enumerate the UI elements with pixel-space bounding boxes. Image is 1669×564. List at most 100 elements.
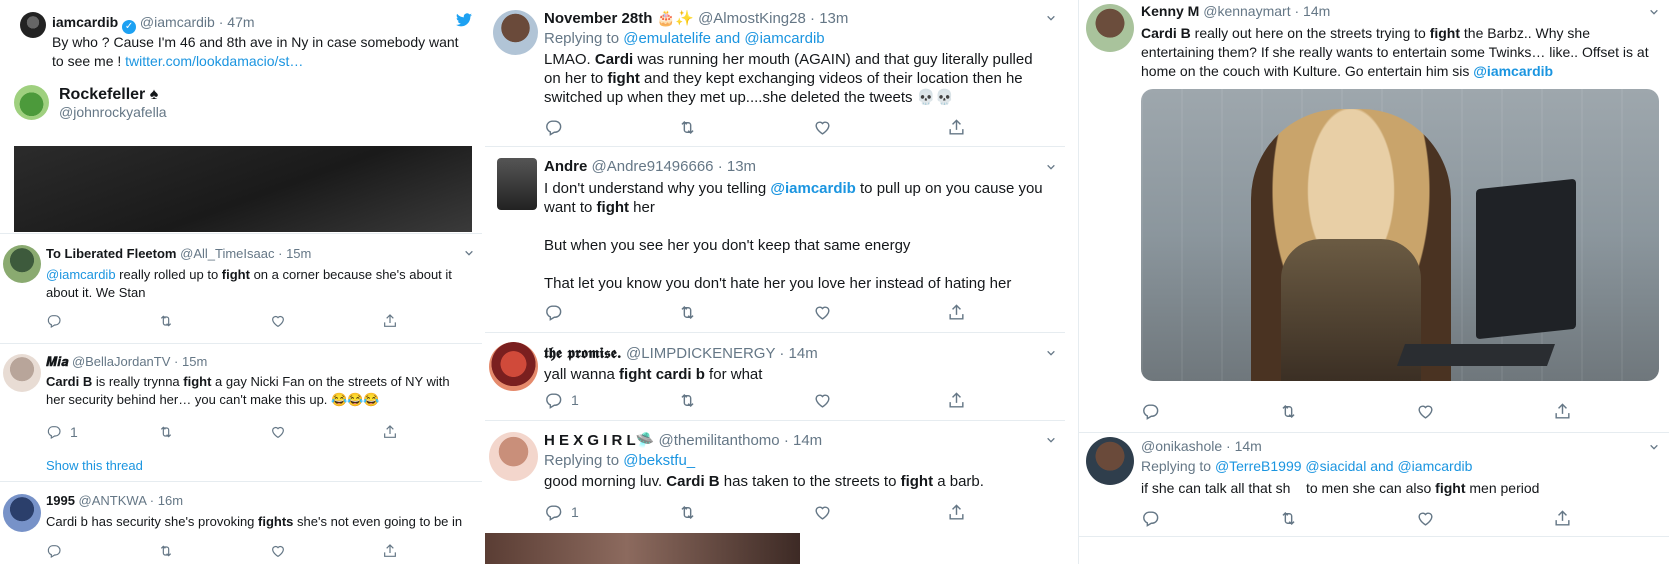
tweet[interactable]: 1995 @ANTKWA · 16m Cardi b has security … — [0, 481, 482, 564]
show-thread-link[interactable]: Show this thread — [46, 458, 143, 473]
reply-icon[interactable] — [544, 503, 563, 522]
mention-link[interactable]: @bekstfu_ — [623, 452, 695, 469]
share-icon[interactable] — [382, 424, 398, 440]
tweet[interactable]: Kenny M @kennaymart · 14m Cardi B really… — [1079, 0, 1669, 433]
author-name[interactable]: H E X G I R L🛸 — [544, 432, 654, 449]
tweet[interactable]: November 28th 🎂✨ @AlmostKing28 · 13m Rep… — [485, 0, 1065, 147]
tweet[interactable]: To Liberated Fleetom @All_TimeIsaac · 15… — [0, 233, 482, 344]
retweet-icon[interactable] — [678, 391, 697, 410]
author-handle[interactable]: @kennaymart — [1203, 3, 1290, 19]
reply-icon[interactable] — [544, 303, 563, 322]
tweet[interactable]: Andre @Andre91496666 · 13m I don't under… — [485, 146, 1065, 333]
avatar[interactable] — [493, 10, 538, 55]
tweet-image[interactable] — [485, 533, 800, 564]
avatar[interactable] — [489, 432, 538, 481]
retweet-icon[interactable] — [158, 543, 174, 559]
tweet[interactable]: H E X G I R L🛸 @themilitanthomo · 14m Re… — [485, 420, 1065, 564]
retweet-icon[interactable] — [1279, 509, 1298, 528]
share-icon[interactable] — [947, 118, 966, 137]
avatar[interactable] — [20, 12, 46, 38]
tweet-time[interactable]: 16m — [158, 493, 183, 508]
like-icon[interactable] — [813, 118, 832, 137]
avatar[interactable] — [1086, 437, 1134, 485]
like-icon[interactable] — [813, 391, 832, 410]
retweet-icon[interactable] — [678, 118, 697, 137]
tweet-time[interactable]: 14m — [789, 345, 818, 362]
reply-icon[interactable] — [1141, 402, 1160, 421]
mention-link[interactable]: @iamcardib — [46, 267, 116, 282]
author-name[interactable]: Kenny M — [1141, 3, 1199, 19]
retweet-icon[interactable] — [678, 503, 697, 522]
avatar[interactable] — [489, 342, 538, 391]
quote-tweet-card[interactable]: iamcardib ✓ @iamcardib · 47m By who ? Ca… — [0, 0, 482, 234]
avatar[interactable] — [14, 85, 49, 120]
reply-icon[interactable] — [46, 543, 62, 559]
author-handle[interactable]: @onikashole — [1141, 438, 1222, 454]
author-name[interactable]: 1995 — [46, 493, 75, 508]
like-icon[interactable] — [270, 424, 286, 440]
retweet-icon[interactable] — [1279, 402, 1298, 421]
tweet-photo[interactable] — [1141, 89, 1659, 381]
author-name[interactable]: 𝖙𝖍𝖊 𝖕𝖗𝖔𝖒𝖎𝖘𝖊. — [544, 344, 622, 362]
quoted-video-thumbnail[interactable] — [14, 146, 472, 232]
tweet-time[interactable]: 14m — [1303, 3, 1330, 19]
like-icon[interactable] — [1416, 402, 1435, 421]
tweet-time[interactable]: 15m — [286, 246, 311, 261]
avatar[interactable] — [1086, 4, 1134, 52]
chevron-down-icon[interactable] — [1649, 7, 1659, 17]
reply-icon[interactable] — [544, 118, 563, 137]
tweet-time[interactable]: 14m — [1235, 438, 1262, 454]
tweet[interactable]: @onikashole · 14m Replying to @TerreB199… — [1079, 432, 1669, 537]
share-icon[interactable] — [947, 303, 966, 322]
reply-icon[interactable] — [1141, 509, 1160, 528]
mention-link[interactable]: @siacidal — [1305, 458, 1366, 474]
quoted-author-name[interactable]: Rockefeller — [59, 86, 145, 103]
reply-icon[interactable] — [46, 313, 62, 329]
quoted-author-handle[interactable]: @johnrockyafella — [59, 104, 167, 120]
tweet-time[interactable]: 47m — [227, 14, 254, 30]
like-icon[interactable] — [813, 503, 832, 522]
tweet-time[interactable]: 15m — [182, 354, 207, 369]
retweet-icon[interactable] — [158, 424, 174, 440]
mention-link[interactable]: @TerreB1999 — [1215, 458, 1302, 474]
tweet[interactable]: 𝑴𝒊𝒂 @BellaJordanTV · 15m Cardi B is real… — [0, 343, 482, 482]
author-name[interactable]: Andre — [544, 158, 587, 175]
retweet-icon[interactable] — [158, 313, 174, 329]
tweet-time[interactable]: 14m — [793, 432, 822, 449]
author-name[interactable]: iamcardib — [52, 14, 118, 30]
author-handle[interactable]: @BellaJordanTV — [72, 354, 170, 369]
tweet-time[interactable]: 13m — [727, 158, 756, 175]
chevron-down-icon[interactable] — [464, 248, 474, 258]
mention-link[interactable]: @iamcardib — [744, 30, 824, 47]
avatar[interactable] — [3, 494, 41, 532]
tweet-link[interactable]: twitter.com/lookdamacio/st… — [125, 53, 303, 69]
author-handle[interactable]: @ANTKWA — [79, 493, 147, 508]
chevron-down-icon[interactable] — [1046, 13, 1056, 23]
like-icon[interactable] — [1416, 509, 1435, 528]
author-name[interactable]: 𝑴𝒊𝒂 — [46, 355, 68, 370]
retweet-icon[interactable] — [678, 303, 697, 322]
author-name[interactable]: To Liberated Fleetom — [46, 246, 177, 261]
mention-link[interactable]: @iamcardib — [770, 180, 856, 197]
reply-icon[interactable] — [46, 424, 62, 440]
author-handle[interactable]: @All_TimeIsaac — [180, 246, 274, 261]
share-icon[interactable] — [947, 503, 966, 522]
author-handle[interactable]: @AlmostKing28 — [698, 10, 806, 27]
reply-icon[interactable] — [544, 391, 563, 410]
share-icon[interactable] — [1553, 402, 1572, 421]
like-icon[interactable] — [270, 313, 286, 329]
tweet[interactable]: 𝖙𝖍𝖊 𝖕𝖗𝖔𝖒𝖎𝖘𝖊. @LIMPDICKENERGY · 14m yall … — [485, 332, 1065, 421]
author-handle[interactable]: @Andre91496666 — [592, 158, 714, 175]
share-icon[interactable] — [1553, 509, 1572, 528]
share-icon[interactable] — [382, 313, 398, 329]
author-handle[interactable]: @LIMPDICKENERGY — [626, 345, 775, 362]
author-handle[interactable]: @themilitanthomo — [659, 432, 780, 449]
chevron-down-icon[interactable] — [1649, 442, 1659, 452]
avatar[interactable] — [3, 354, 41, 392]
author-handle[interactable]: @iamcardib — [140, 14, 215, 30]
mention-link[interactable]: @emulatelife — [623, 30, 711, 47]
avatar[interactable] — [3, 245, 41, 283]
tweet-time[interactable]: 13m — [819, 10, 848, 27]
share-icon[interactable] — [947, 391, 966, 410]
chevron-down-icon[interactable] — [1046, 435, 1056, 445]
